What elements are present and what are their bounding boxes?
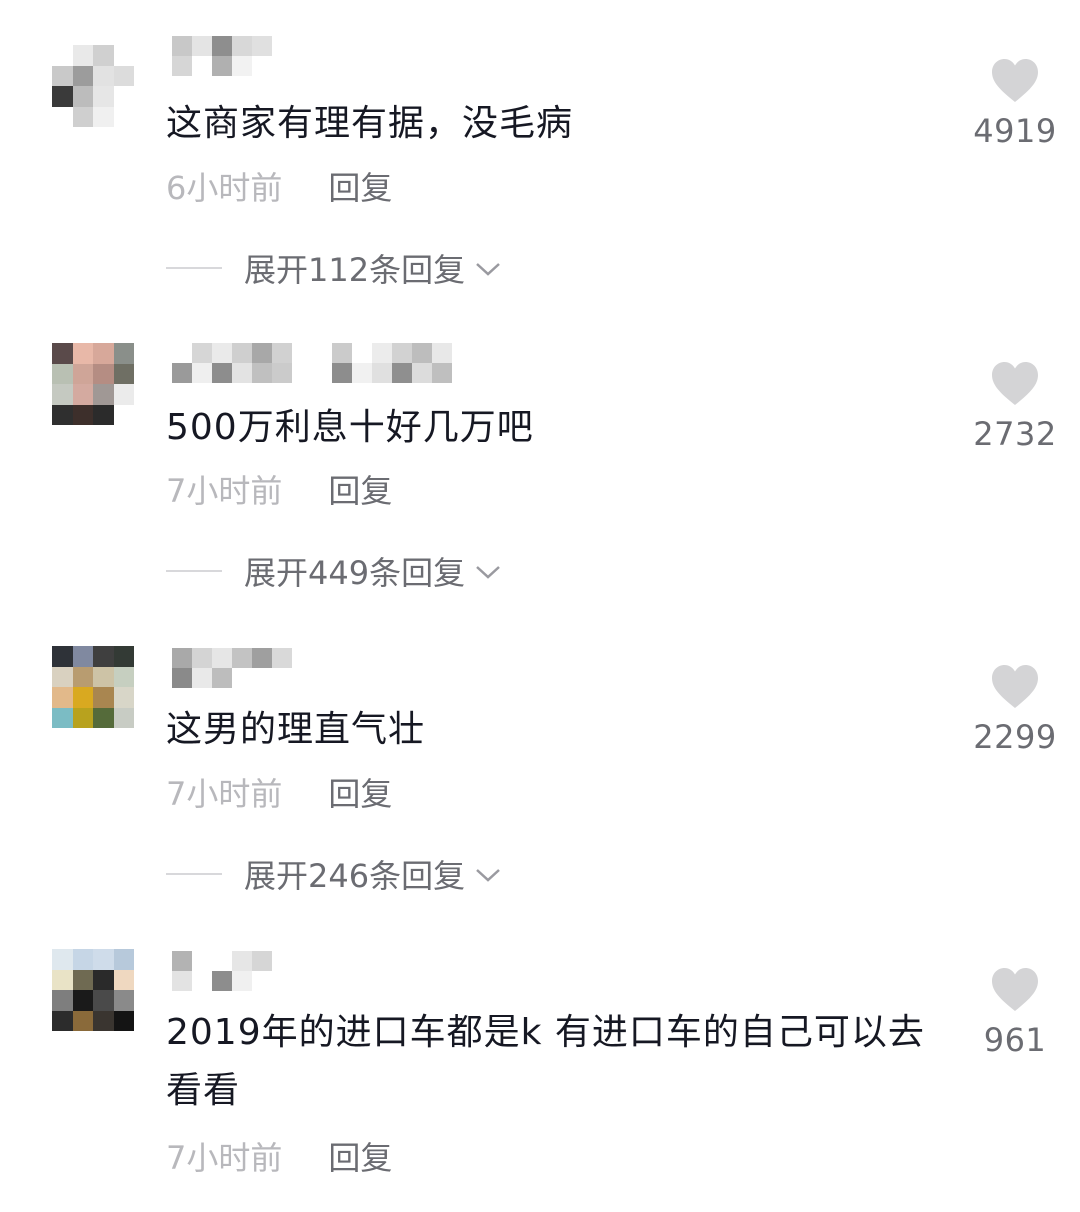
- like-button[interactable]: 2299: [960, 664, 1070, 756]
- chevron-down-icon: [473, 552, 503, 590]
- comment-text: 这男的理直气壮: [166, 709, 426, 750]
- like-button[interactable]: 961: [960, 967, 1070, 1059]
- avatar[interactable]: [52, 949, 134, 1031]
- divider: [166, 570, 222, 572]
- avatar[interactable]: [52, 646, 134, 728]
- expand-replies-label: 展开246条回复: [244, 857, 466, 895]
- comment-text: 这商家有理有据，没毛病: [166, 103, 574, 144]
- like-button[interactable]: 4919: [960, 58, 1070, 150]
- timestamp: 6小时前: [166, 169, 283, 207]
- reply-button[interactable]: 回复: [328, 168, 392, 208]
- comment-meta: 7小时前 回复: [166, 1138, 392, 1178]
- avatar[interactable]: [52, 343, 134, 425]
- reply-button[interactable]: 回复: [328, 774, 392, 814]
- avatar[interactable]: [52, 45, 134, 127]
- reply-button[interactable]: 回复: [328, 471, 392, 511]
- expand-replies-button[interactable]: 展开112条回复: [166, 245, 503, 291]
- expand-replies-button[interactable]: 展开449条回复: [166, 548, 503, 594]
- like-button[interactable]: 2732: [960, 361, 1070, 453]
- like-count: 961: [983, 1021, 1047, 1059]
- like-count: 2299: [973, 718, 1057, 756]
- timestamp: 7小时前: [166, 1139, 283, 1177]
- heart-icon[interactable]: [990, 361, 1040, 407]
- heart-icon[interactable]: [990, 967, 1040, 1013]
- username[interactable]: [172, 343, 452, 383]
- like-count: 2732: [973, 415, 1057, 453]
- chevron-down-icon: [473, 855, 503, 893]
- divider: [166, 267, 222, 269]
- timestamp: 7小时前: [166, 472, 283, 510]
- comment-text: 2019年的进口车都是k 有进口车的自己可以去看看: [166, 1012, 925, 1111]
- timestamp: 7小时前: [166, 775, 283, 813]
- chevron-down-icon: [473, 249, 503, 287]
- heart-icon[interactable]: [990, 664, 1040, 710]
- expand-replies-label: 展开112条回复: [244, 251, 466, 289]
- comment-meta: 7小时前 回复: [166, 471, 392, 511]
- expand-replies-button[interactable]: 展开246条回复: [166, 851, 503, 897]
- like-count: 4919: [973, 112, 1057, 150]
- comment-meta: 6小时前 回复: [166, 168, 392, 208]
- divider: [166, 873, 222, 875]
- reply-button[interactable]: 回复: [328, 1138, 392, 1178]
- username[interactable]: [172, 951, 292, 991]
- username[interactable]: [172, 36, 292, 76]
- comment-meta: 7小时前 回复: [166, 774, 392, 814]
- comment-text: 500万利息十好几万吧: [166, 407, 534, 448]
- username[interactable]: [172, 648, 292, 688]
- expand-replies-label: 展开449条回复: [244, 554, 466, 592]
- heart-icon[interactable]: [990, 58, 1040, 104]
